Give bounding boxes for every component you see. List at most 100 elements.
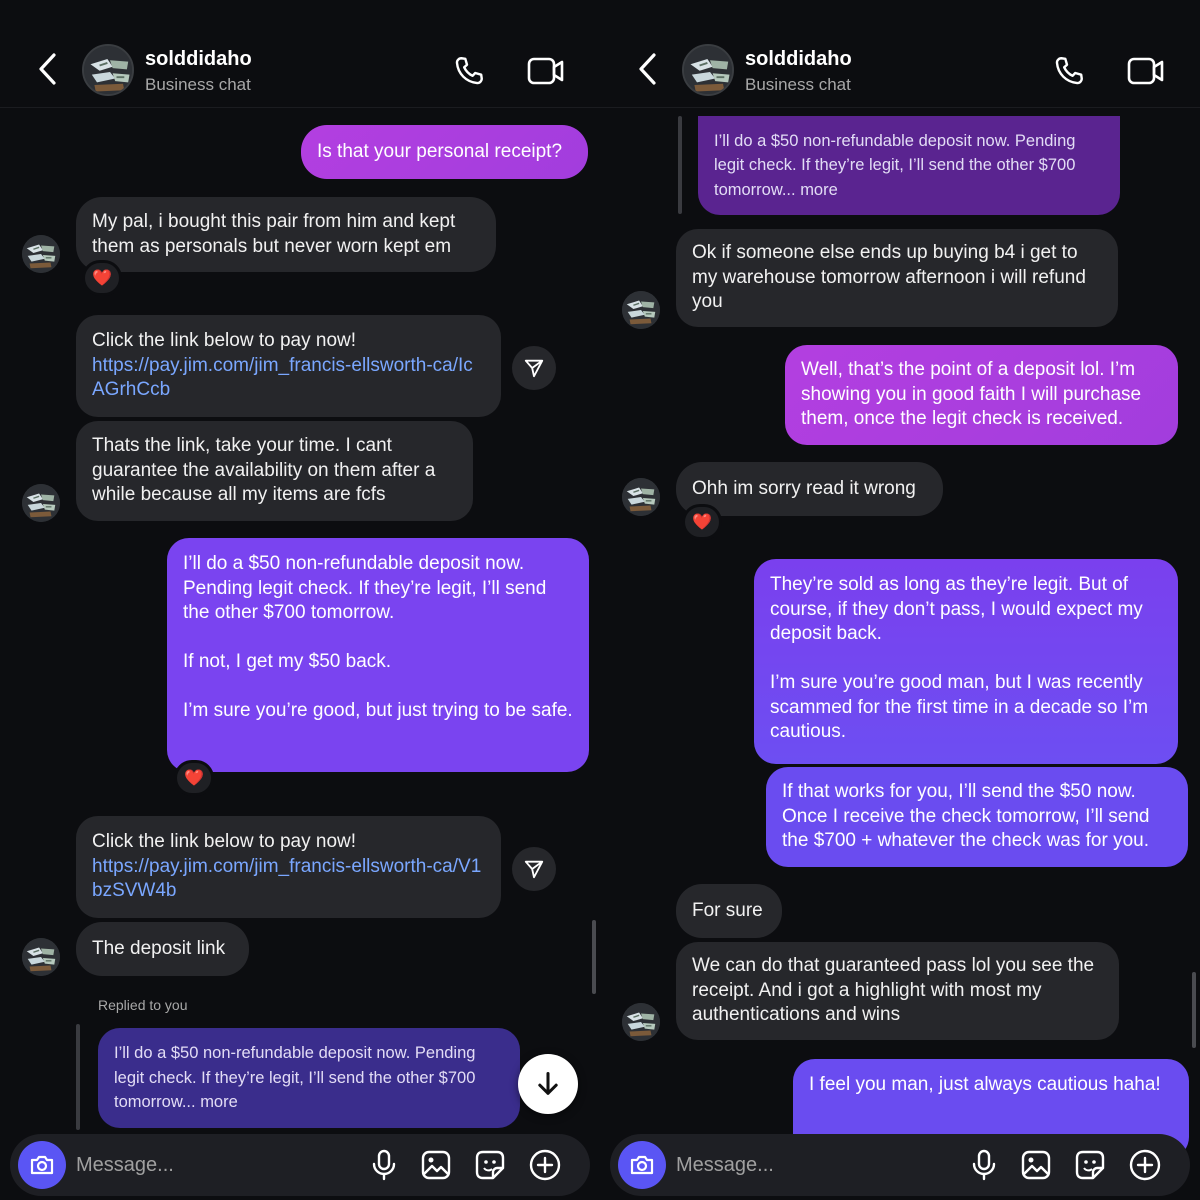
voice-button[interactable] [967, 1148, 1001, 1182]
message-bubble-outgoing[interactable]: I’ll do a $50 non-refundable deposit now… [167, 538, 589, 772]
message-bubble-outgoing[interactable]: Is that your personal receipt? [301, 125, 588, 179]
avatar[interactable] [22, 938, 60, 976]
heart-reaction: ❤️ [92, 270, 112, 287]
quoted-message[interactable]: I’ll do a $50 non-refundable deposit now… [698, 116, 1120, 215]
more-options-button[interactable] [1128, 1148, 1162, 1182]
contact-name[interactable]: solddidaho [145, 48, 252, 71]
status-bar [0, 0, 600, 24]
message-bubble-incoming[interactable]: Ok if someone else ends up buying b4 i g… [676, 229, 1118, 327]
video-camera-icon [1127, 57, 1164, 85]
call-button[interactable] [452, 54, 486, 88]
share-button[interactable] [512, 346, 556, 390]
reply-indicator [76, 1024, 80, 1130]
payment-link-message[interactable]: Click the link below to pay now! https:/… [76, 315, 501, 417]
camera-button[interactable] [18, 1141, 66, 1189]
payment-link[interactable]: https://pay.jim.com/jim_francis-ellswort… [92, 354, 485, 403]
message-text: My pal, i bought this pair from him and … [92, 211, 456, 257]
chevron-left-icon [639, 53, 656, 85]
plus-icon [1129, 1149, 1161, 1181]
message-text: If that works for you, I’ll send the $50… [782, 781, 1150, 852]
send-icon [524, 359, 544, 378]
back-button[interactable] [634, 52, 664, 86]
sticker-button[interactable] [473, 1148, 507, 1182]
camera-icon [30, 1155, 54, 1175]
plus-icon [529, 1149, 561, 1181]
avatar[interactable] [22, 235, 60, 273]
chevron-left-icon [39, 53, 56, 85]
payment-link[interactable]: https://pay.jim.com/jim_francis-ellswort… [92, 855, 485, 904]
chat-header: solddidaho Business chat [0, 24, 600, 108]
message-text: Ohh im sorry read it wrong [692, 477, 916, 499]
scrollbar[interactable] [1192, 972, 1196, 1048]
microphone-icon [972, 1149, 996, 1181]
message-text: Click the link below to pay now! [92, 330, 357, 352]
send-icon [524, 860, 544, 879]
image-icon [421, 1150, 451, 1180]
message-bubble-incoming[interactable]: For sure [676, 884, 782, 938]
reaction-badge[interactable]: ❤️ [682, 504, 722, 540]
phone-icon [455, 57, 483, 85]
quote-text: I’ll do a $50 non-refundable deposit now… [714, 131, 1076, 199]
message-text: Click the link below to pay now! [92, 831, 357, 853]
more-options-button[interactable] [528, 1148, 562, 1182]
contact-subtitle: Business chat [745, 75, 851, 94]
avatar[interactable] [682, 44, 734, 96]
avatar[interactable] [622, 478, 660, 516]
image-icon [1021, 1150, 1051, 1180]
message-text: Thats the link, take your time. I cant g… [92, 435, 436, 506]
reply-indicator [678, 116, 682, 214]
call-button[interactable] [1052, 54, 1086, 88]
share-button[interactable] [512, 847, 556, 891]
message-bubble-outgoing[interactable]: If that works for you, I’ll send the $50… [766, 767, 1188, 867]
message-text: The deposit link [92, 937, 226, 959]
message-text: They’re sold as long as they’re legit. B… [770, 574, 1149, 742]
message-composer [10, 1134, 590, 1196]
scroll-to-bottom-button[interactable] [518, 1054, 578, 1114]
sticker-icon [475, 1150, 505, 1180]
message-text: Well, that’s the point of a deposit lol.… [801, 359, 1142, 430]
message-text: I feel you man, just always cautious hah… [809, 1074, 1161, 1095]
quoted-message[interactable]: I’ll do a $50 non-refundable deposit now… [98, 1028, 520, 1128]
video-call-button[interactable] [1127, 56, 1165, 86]
message-composer [610, 1134, 1190, 1196]
screenshot-pair: solddidaho Business chat Is that your pe… [0, 0, 1200, 1200]
message-text: Ok if someone else ends up buying b4 i g… [692, 242, 1086, 313]
video-call-button[interactable] [527, 56, 565, 86]
message-bubble-outgoing[interactable]: They’re sold as long as they’re legit. B… [754, 559, 1178, 764]
voice-button[interactable] [367, 1148, 401, 1182]
scrollbar[interactable] [592, 920, 596, 994]
message-bubble-incoming[interactable]: The deposit link [76, 922, 249, 976]
gallery-button[interactable] [419, 1148, 453, 1182]
chat-screen-right: solddidaho Business chat I’ll do a $50 n… [600, 0, 1200, 1200]
message-bubble-incoming[interactable]: My pal, i bought this pair from him and … [76, 197, 496, 272]
back-button[interactable] [34, 52, 64, 86]
sticker-icon [1075, 1150, 1105, 1180]
video-camera-icon [527, 57, 564, 85]
avatar[interactable] [622, 291, 660, 329]
gallery-button[interactable] [1019, 1148, 1053, 1182]
heart-reaction: ❤️ [692, 514, 712, 531]
avatar[interactable] [82, 44, 134, 96]
chat-header: solddidaho Business chat [600, 24, 1200, 108]
camera-icon [630, 1155, 654, 1175]
payment-link-message[interactable]: Click the link below to pay now! https:/… [76, 816, 501, 918]
message-bubble-outgoing[interactable]: Well, that’s the point of a deposit lol.… [785, 345, 1178, 445]
message-input[interactable] [676, 1150, 956, 1180]
camera-button[interactable] [618, 1141, 666, 1189]
status-bar [600, 0, 1200, 24]
avatar[interactable] [22, 484, 60, 522]
reaction-badge[interactable]: ❤️ [174, 760, 214, 796]
message-text: Is that your personal receipt? [317, 140, 563, 162]
microphone-icon [372, 1149, 396, 1181]
reaction-badge[interactable]: ❤️ [82, 260, 122, 296]
contact-name[interactable]: solddidaho [745, 48, 852, 71]
sticker-button[interactable] [1073, 1148, 1107, 1182]
quote-text: I’ll do a $50 non-refundable deposit now… [114, 1044, 476, 1112]
message-bubble-incoming[interactable]: Thats the link, take your time. I cant g… [76, 421, 473, 521]
message-bubble-incoming[interactable]: We can do that guaranteed pass lol you s… [676, 942, 1119, 1040]
message-text: We can do that guaranteed pass lol you s… [692, 955, 1095, 1026]
arrow-down-icon [538, 1071, 558, 1095]
message-input[interactable] [76, 1150, 356, 1180]
message-text: For sure [692, 899, 763, 921]
avatar[interactable] [622, 1003, 660, 1041]
